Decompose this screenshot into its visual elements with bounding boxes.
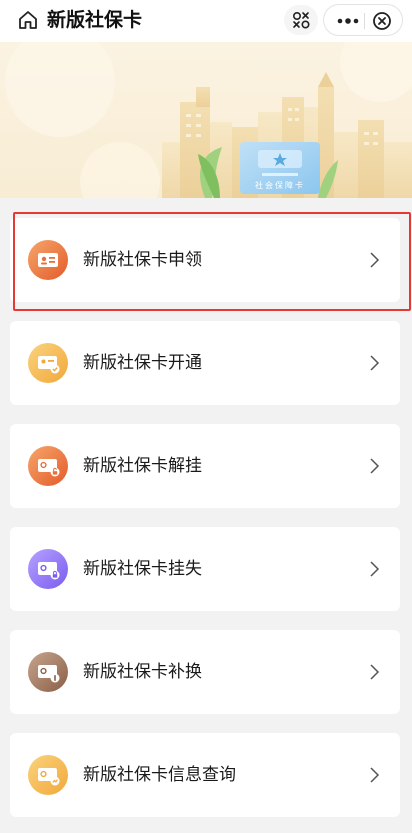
card-unlock-icon bbox=[28, 446, 68, 486]
chevron-right-icon bbox=[370, 767, 380, 783]
menu-item-activate[interactable]: 新版社保卡开通 bbox=[10, 321, 400, 405]
nav-bar: 新版社保卡 bbox=[0, 0, 412, 42]
chevron-right-icon bbox=[370, 664, 380, 680]
scan-button[interactable] bbox=[284, 5, 318, 35]
menu-item-label: 新版社保卡补换 bbox=[83, 662, 202, 682]
menu-item-replace[interactable]: 新版社保卡补换 bbox=[10, 630, 400, 714]
banner-image: 社会保障卡 bbox=[0, 42, 412, 198]
menu-item-label: 新版社保卡申领 bbox=[83, 250, 202, 270]
menu-item-apply[interactable]: 新版社保卡申领 bbox=[10, 218, 400, 302]
menu-item-label: 新版社保卡信息查询 bbox=[83, 765, 236, 785]
banner-card-text: 社会保障卡 bbox=[255, 181, 305, 190]
chevron-right-icon bbox=[370, 252, 380, 268]
menu-item-unfreeze[interactable]: 新版社保卡解挂 bbox=[10, 424, 400, 508]
home-icon[interactable] bbox=[17, 9, 39, 31]
card-replace-icon bbox=[28, 652, 68, 692]
menu-item-report-loss[interactable]: 新版社保卡挂失 bbox=[10, 527, 400, 611]
scan-icon bbox=[292, 11, 310, 29]
menu-item-info-query[interactable]: 新版社保卡信息查询 bbox=[10, 733, 400, 817]
capsule-divider bbox=[364, 13, 365, 29]
city-illustration bbox=[5, 42, 412, 198]
close-icon[interactable] bbox=[372, 11, 392, 31]
menu-item-label: 新版社保卡挂失 bbox=[83, 559, 202, 579]
menu-item-label: 新版社保卡开通 bbox=[83, 353, 202, 373]
chevron-right-icon bbox=[370, 458, 380, 474]
menu-item-label: 新版社保卡解挂 bbox=[83, 456, 202, 476]
chevron-right-icon bbox=[370, 355, 380, 371]
card-check-icon bbox=[28, 343, 68, 383]
page-title: 新版社保卡 bbox=[47, 9, 143, 31]
chevron-right-icon bbox=[370, 561, 380, 577]
more-icon[interactable] bbox=[335, 13, 361, 29]
card-lock-icon bbox=[28, 549, 68, 589]
card-search-icon bbox=[28, 755, 68, 795]
id-card-icon bbox=[28, 240, 68, 280]
capsule-menu bbox=[323, 4, 403, 36]
